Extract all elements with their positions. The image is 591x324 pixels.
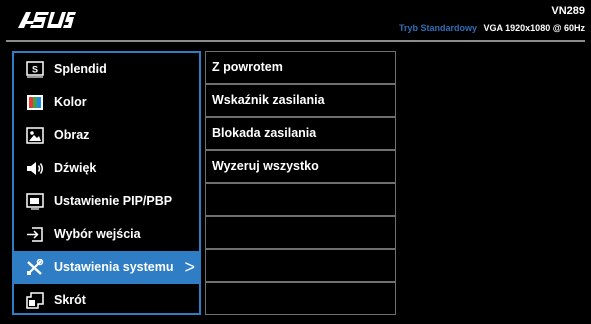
system-settings-icon (27, 259, 44, 275)
status-line: Tryb Standardowy VGA 1920x1080 @ 60Hz (399, 23, 585, 33)
shortcut-icon (26, 292, 44, 309)
submenu-item-empty (205, 183, 396, 216)
submenu-item-label: Wyzeruj wszystko (212, 159, 319, 173)
menu-item-pip-pbp[interactable]: Ustawienie PIP/PBP (14, 185, 199, 218)
signal-info: VGA 1920x1080 @ 60Hz (483, 23, 585, 33)
osd-header: VN289 Tryb Standardowy VGA 1920x1080 @ 6… (0, 0, 591, 40)
menu-item-image[interactable]: Obraz (14, 119, 199, 152)
menu-item-label: Dźwięk (54, 161, 97, 175)
main-menu: S Splendid Kolor Obraz Dźwięk Ustawienie… (12, 51, 201, 315)
menu-item-color[interactable]: Kolor (14, 86, 199, 119)
menu-item-system-settings[interactable]: Ustawienia systemu > (14, 251, 199, 284)
submenu-item-back[interactable]: Z powrotem (205, 51, 396, 84)
submenu-item-reset-all[interactable]: Wyzeruj wszystko (205, 150, 396, 183)
menu-item-shortcut[interactable]: Skrót (14, 284, 199, 317)
menu-item-label: Kolor (54, 95, 87, 109)
chevron-right-icon: > (184, 257, 195, 277)
submenu-item-empty (205, 216, 396, 249)
menu-item-label: Obraz (54, 128, 90, 142)
menu-item-sound[interactable]: Dźwięk (14, 152, 199, 185)
submenu-item-power-lock[interactable]: Blokada zasilania (205, 117, 396, 150)
menu-item-label: Ustawienie PIP/PBP (54, 194, 173, 208)
submenu: Z powrotem Wskaźnik zasilania Blokada za… (205, 51, 396, 315)
svg-text:S: S (32, 65, 38, 75)
pip-icon (26, 193, 44, 210)
submenu-item-label: Z powrotem (212, 60, 283, 74)
submenu-item-power-indicator[interactable]: Wskaźnik zasilania (205, 84, 396, 117)
menu-item-label: Ustawienia systemu (54, 260, 174, 274)
menu-item-label: Skrót (54, 293, 86, 307)
menu-item-input-select[interactable]: Wybór wejścia (14, 218, 199, 251)
speaker-icon (27, 162, 43, 175)
input-select-icon (27, 227, 43, 242)
header-divider (6, 40, 585, 42)
menu-item-label: Splendid (54, 62, 107, 76)
menu-item-label: Wybór wejścia (54, 227, 141, 241)
osd-menu: VN289 Tryb Standardowy VGA 1920x1080 @ 6… (0, 0, 591, 324)
mode-label: Tryb Standardowy (398, 23, 477, 33)
color-icon (27, 95, 43, 110)
splendid-icon: S (26, 61, 44, 78)
submenu-item-empty (205, 282, 396, 315)
image-icon (26, 127, 44, 144)
submenu-item-empty (205, 249, 396, 282)
asus-logo (18, 12, 76, 28)
submenu-item-label: Wskaźnik zasilania (212, 93, 325, 107)
menu-item-splendid[interactable]: S Splendid (14, 53, 199, 86)
model-name: VN289 (551, 5, 585, 17)
submenu-item-label: Blokada zasilania (212, 126, 317, 140)
